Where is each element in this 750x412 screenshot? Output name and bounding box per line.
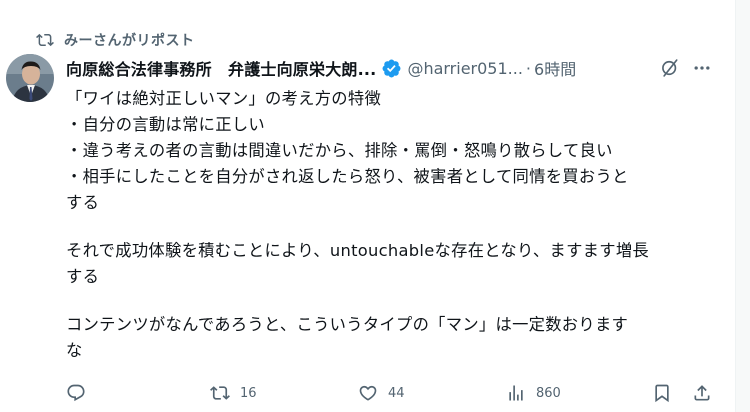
views-button[interactable]: 860 — [506, 381, 561, 405]
scrollbar-track[interactable] — [735, 0, 750, 412]
repost-count: 16 — [240, 385, 257, 401]
like-button[interactable]: 44 — [358, 381, 405, 405]
post-line: 「ワイは絶対正しいマン」の考え方の特徴 — [66, 89, 382, 108]
post-text: 「ワイは絶対正しいマン」の考え方の特徴 ・自分の言動は常に正しい ・違う考えの者… — [66, 86, 720, 364]
post-time[interactable]: 6時間 — [534, 56, 576, 80]
like-icon — [359, 385, 377, 401]
bookmark-icon — [655, 384, 669, 403]
post-line: ・違う考えの者の言動は間違いだから、排除・罵倒・怒鳴り散らして良い — [66, 141, 613, 160]
bookmark-button[interactable] — [652, 381, 672, 405]
author-handle[interactable]: @harrier051... — [407, 59, 522, 78]
avatar[interactable] — [6, 54, 54, 102]
post-header: 向原総合法律事務所 弁護士向原栄大朗... @harrier051... · 6… — [66, 56, 730, 80]
share-icon — [694, 385, 710, 401]
verified-badge-icon[interactable] — [381, 58, 402, 79]
post-line: する — [66, 193, 100, 212]
post-line: する — [66, 267, 100, 286]
separator-dot: · — [525, 58, 532, 78]
repost-icon — [36, 33, 54, 47]
repost-button[interactable]: 16 — [210, 381, 257, 405]
post-line: な — [66, 341, 83, 360]
post-line: それで成功体験を積むことにより、untouchableな存在となり、ますます増長 — [66, 241, 649, 260]
reply-button[interactable] — [66, 381, 96, 405]
views-icon — [509, 385, 523, 401]
share-button[interactable] — [692, 381, 712, 405]
action-bar: 16 44 860 — [60, 381, 730, 405]
reply-icon — [67, 384, 85, 402]
post-line: ・自分の言動は常に正しい — [66, 115, 265, 134]
post-line: コンテンツがなんであろうと、こういうタイプの「マン」は一定数おります — [66, 315, 629, 334]
post-line: ・相手にしたことを自分がされ返したら怒り、被害者として同情を買おうと — [66, 167, 629, 186]
repost-indicator[interactable]: みーさんがリポスト — [36, 29, 195, 51]
grok-icon[interactable] — [660, 58, 680, 78]
more-icon[interactable] — [692, 58, 712, 78]
tweet[interactable]: みーさんがリポスト 向原総合法律事務所 弁護士向原栄大朗... @harrier… — [0, 0, 735, 412]
avatar-image — [6, 54, 54, 102]
repost-label: みーさんがリポスト — [64, 33, 195, 49]
repost-icon — [210, 386, 230, 400]
views-count: 860 — [536, 385, 561, 401]
like-count: 44 — [388, 385, 405, 401]
author-name[interactable]: 向原総合法律事務所 弁護士向原栄大朗... — [66, 56, 376, 80]
